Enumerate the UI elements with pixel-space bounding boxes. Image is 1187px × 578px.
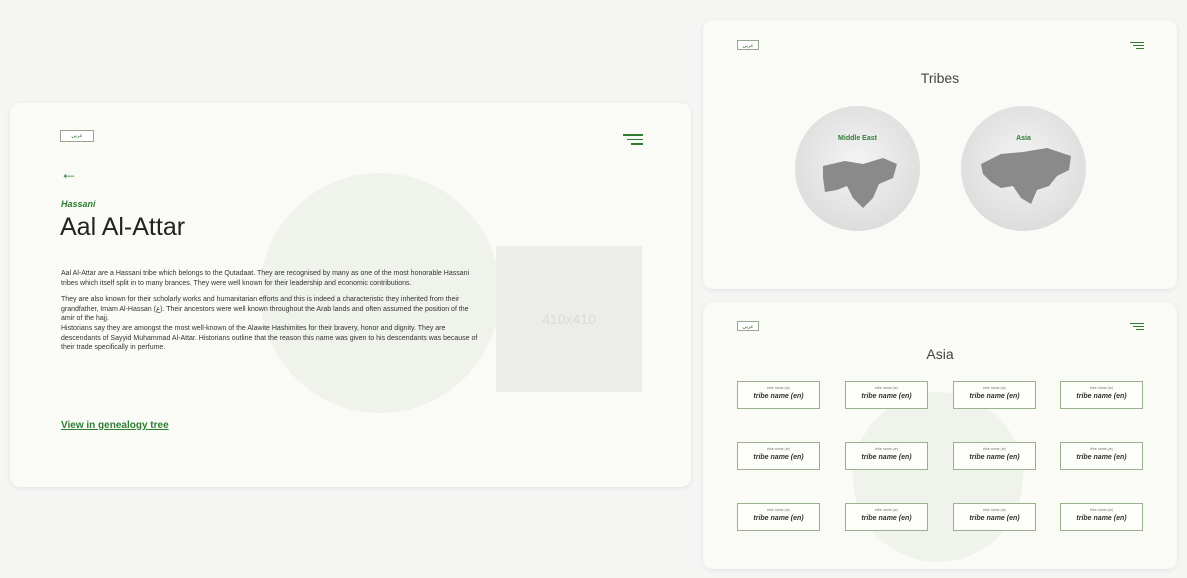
tribes-heading: Tribes (920, 70, 960, 86)
tribe-name-en: tribe name (en) (1076, 515, 1127, 522)
language-toggle-button[interactable]: عربي (737, 321, 759, 331)
hamburger-menu-icon[interactable] (623, 134, 643, 148)
language-toggle-button[interactable]: عربي (737, 40, 759, 50)
region-label: Asia (1016, 135, 1031, 142)
hamburger-menu-icon[interactable] (1130, 42, 1144, 52)
tribe-name-en: tribe name (en) (969, 393, 1020, 400)
tribe-name-en: tribe name (en) (969, 454, 1020, 461)
tribe-button[interactable]: tribe name (ar) tribe name (en) (1060, 503, 1143, 531)
tribe-button[interactable]: tribe name (ar) tribe name (en) (737, 381, 820, 409)
description-paragraph: Aal Al-Attar are a Hassani tribe which b… (61, 270, 470, 287)
tribe-name-ar: tribe name (ar) (983, 386, 1006, 390)
genealogy-tree-link[interactable]: View in genealogy tree (61, 420, 169, 431)
tribe-name-en: tribe name (en) (969, 515, 1020, 522)
tribe-button[interactable]: tribe name (ar) tribe name (en) (845, 381, 928, 409)
tribe-name-en: tribe name (en) (753, 454, 804, 461)
tribe-button[interactable]: tribe name (ar) tribe name (en) (737, 503, 820, 531)
tribe-name-en: tribe name (en) (861, 393, 912, 400)
tribe-name-ar: tribe name (ar) (767, 386, 790, 390)
tribe-name-ar: tribe name (ar) (875, 386, 898, 390)
language-toggle-button[interactable]: عربي (60, 130, 94, 142)
tribe-name-en: tribe name (en) (861, 454, 912, 461)
region-globe-asia[interactable]: Asia (961, 106, 1086, 231)
region-heading: Asia (926, 346, 954, 362)
tribe-name-en: tribe name (en) (753, 393, 804, 400)
tribe-name-ar: tribe name (ar) (875, 447, 898, 451)
tribe-button[interactable]: tribe name (ar) tribe name (en) (953, 442, 1036, 470)
back-arrow-icon[interactable]: ← (60, 163, 78, 184)
tribe-name-ar: tribe name (ar) (1090, 508, 1113, 512)
tribe-button[interactable]: tribe name (ar) tribe name (en) (953, 503, 1036, 531)
tribe-description: Aal Al-Attar are a Hassani tribe which b… (61, 269, 481, 353)
tribe-name-ar: tribe name (ar) (767, 508, 790, 512)
middle-east-map-icon (823, 158, 897, 208)
tribes-regions-card: عربي Tribes Middle East Asia (703, 20, 1177, 289)
tribe-name-ar: tribe name (ar) (767, 447, 790, 451)
tribe-button[interactable]: tribe name (ar) tribe name (en) (845, 503, 928, 531)
tribe-name-en: tribe name (en) (861, 515, 912, 522)
tribe-name-ar: tribe name (ar) (875, 508, 898, 512)
tribe-button[interactable]: tribe name (ar) tribe name (en) (1060, 381, 1143, 409)
tribe-name-ar: tribe name (ar) (1090, 447, 1113, 451)
tribe-button[interactable]: tribe name (ar) tribe name (en) (845, 442, 928, 470)
tribe-name-ar: tribe name (ar) (983, 447, 1006, 451)
tribe-image-placeholder: 410x410 (496, 246, 642, 392)
tribe-button[interactable]: tribe name (ar) tribe name (en) (1060, 442, 1143, 470)
tribe-button[interactable]: tribe name (ar) tribe name (en) (737, 442, 820, 470)
tribe-detail-card: عربي ← Hassani Aal Al-Attar Aal Al-Attar… (10, 103, 691, 487)
tribe-name-ar: tribe name (ar) (983, 508, 1006, 512)
tribe-title: Aal Al-Attar (60, 213, 186, 241)
asia-map-icon (981, 148, 1071, 204)
region-label: Middle East (838, 135, 877, 142)
description-paragraph: They are also known for their scholarly … (61, 296, 469, 323)
asia-tribes-card: عربي Asia tribe name (ar) tribe name (en)… (703, 302, 1177, 569)
tribe-name-en: tribe name (en) (1076, 454, 1127, 461)
tribe-name-en: tribe name (en) (1076, 393, 1127, 400)
tribe-button[interactable]: tribe name (ar) tribe name (en) (953, 381, 1036, 409)
decorative-ornament (853, 392, 1023, 562)
description-paragraph: Historians say they are amongst the most… (61, 324, 478, 352)
tribe-name-ar: tribe name (ar) (1090, 386, 1113, 390)
tribe-lineage-subtitle: Hassani (61, 199, 96, 209)
hamburger-menu-icon[interactable] (1130, 323, 1144, 333)
region-globe-middle-east[interactable]: Middle East (795, 106, 920, 231)
tribe-name-en: tribe name (en) (753, 515, 804, 522)
